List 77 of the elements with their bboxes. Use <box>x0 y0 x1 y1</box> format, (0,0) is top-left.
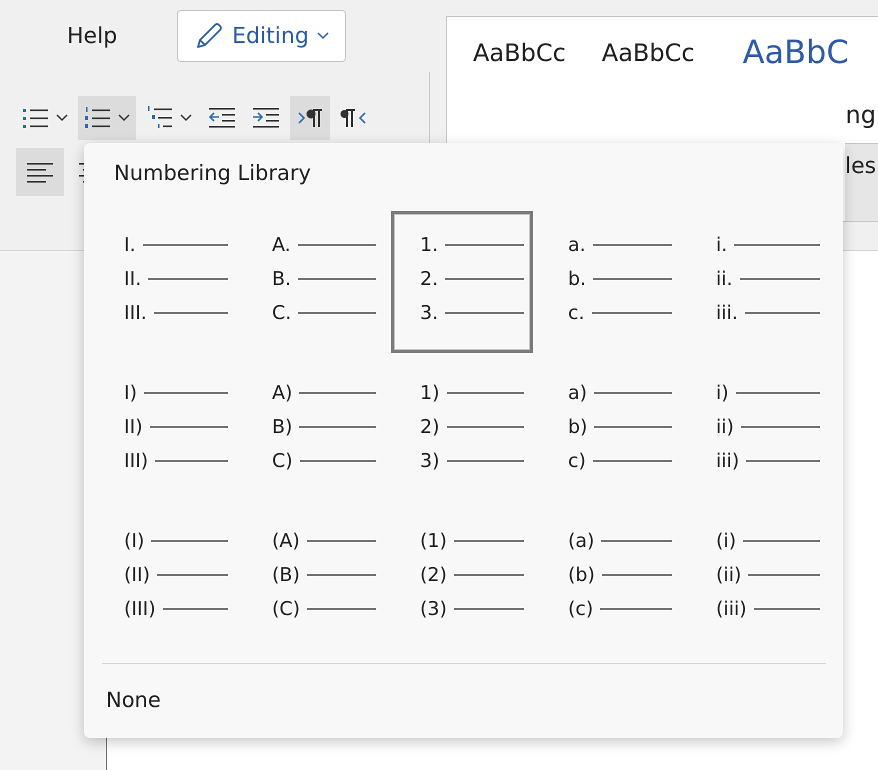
none-option[interactable]: None <box>100 684 167 716</box>
numbering-format-option[interactable]: (A) (B) (C) <box>243 507 385 649</box>
list-marker: (B) <box>272 564 300 586</box>
list-marker: I) <box>124 382 138 404</box>
list-marker: B. <box>272 268 292 290</box>
list-marker: I. <box>124 234 136 256</box>
styles-button[interactable]: les <box>845 143 878 221</box>
list-marker: c) <box>568 450 586 472</box>
numbering-format-option[interactable]: i) ii) iii) <box>687 359 829 501</box>
menu-title: Numbering Library <box>114 161 312 187</box>
list-marker: (A) <box>272 530 300 552</box>
list-marker: 3. <box>420 302 438 324</box>
list-marker: (2) <box>420 564 447 586</box>
caret-icon <box>180 114 192 122</box>
list-marker: a) <box>568 382 588 404</box>
list-marker: III) <box>124 450 148 472</box>
list-marker: (b) <box>568 564 595 586</box>
style-sample[interactable]: AaBbCc <box>473 39 566 71</box>
list-marker: B) <box>272 416 292 438</box>
list-marker: (c) <box>568 598 594 620</box>
numbering-format-option[interactable]: 1. 2. 3. <box>391 211 533 353</box>
list-marker: ii. <box>716 268 733 290</box>
numbering-format-option[interactable]: a. b. c. <box>539 211 681 353</box>
list-marker: (3) <box>420 598 447 620</box>
list-marker: iii) <box>716 450 740 472</box>
list-marker: (iii) <box>716 598 747 620</box>
pencil-icon <box>194 21 224 51</box>
list-marker: i) <box>716 382 729 404</box>
list-marker: 3) <box>420 450 440 472</box>
caret-icon <box>56 114 68 122</box>
list-marker: (II) <box>124 564 150 586</box>
editing-button[interactable]: Editing <box>177 10 346 62</box>
numbering-format-option[interactable]: A. B. C. <box>243 211 385 353</box>
style-sample[interactable]: AaBbC <box>742 33 849 71</box>
left-to-right-button[interactable] <box>290 96 330 140</box>
list-marker: A. <box>272 234 291 256</box>
caret-icon <box>118 114 130 122</box>
list-marker: (i) <box>716 530 736 552</box>
list-marker: II) <box>124 416 143 438</box>
list-marker: C. <box>272 302 292 324</box>
list-marker: i. <box>716 234 728 256</box>
help-tab[interactable]: Help <box>67 24 118 48</box>
list-marker: (I) <box>124 530 144 552</box>
style-name[interactable]: ng <box>846 101 876 129</box>
numbered-list-button[interactable] <box>78 96 136 140</box>
list-marker: ii) <box>716 416 734 438</box>
list-marker: III. <box>124 302 147 324</box>
list-marker: 1) <box>420 382 440 404</box>
style-sample[interactable]: AaBbCc <box>602 39 695 71</box>
list-marker: A) <box>272 382 292 404</box>
numbering-format-option[interactable]: i. ii. iii. <box>687 211 829 353</box>
list-marker: C) <box>272 450 293 472</box>
numbering-format-option[interactable]: I) II) III) <box>95 359 237 501</box>
align-left-button[interactable] <box>16 148 64 196</box>
list-marker: iii. <box>716 302 738 324</box>
caret-icon <box>316 32 329 40</box>
list-marker: (C) <box>272 598 300 620</box>
numbering-format-option[interactable]: A) B) C) <box>243 359 385 501</box>
numbering-format-option[interactable]: I. II. III. <box>95 211 237 353</box>
list-marker: 2) <box>420 416 440 438</box>
list-marker: II. <box>124 268 142 290</box>
list-marker: b. <box>568 268 586 290</box>
numbering-format-option[interactable]: 1) 2) 3) <box>391 359 533 501</box>
list-marker: 2. <box>420 268 438 290</box>
list-marker: (III) <box>124 598 156 620</box>
list-marker: (1) <box>420 530 447 552</box>
numbering-format-option[interactable]: (i) (ii) (iii) <box>687 507 829 649</box>
list-marker: 1. <box>420 234 438 256</box>
numbering-format-option[interactable]: a) b) c) <box>539 359 681 501</box>
numbering-format-option[interactable]: (1) (2) (3) <box>391 507 533 649</box>
numbering-format-option[interactable]: (a) (b) (c) <box>539 507 681 649</box>
list-marker: (a) <box>568 530 594 552</box>
list-marker: b) <box>568 416 588 438</box>
numbering-format-option[interactable]: (I) (II) (III) <box>95 507 237 649</box>
list-marker: a. <box>568 234 586 256</box>
list-marker: c. <box>568 302 584 324</box>
list-marker: (ii) <box>716 564 742 586</box>
